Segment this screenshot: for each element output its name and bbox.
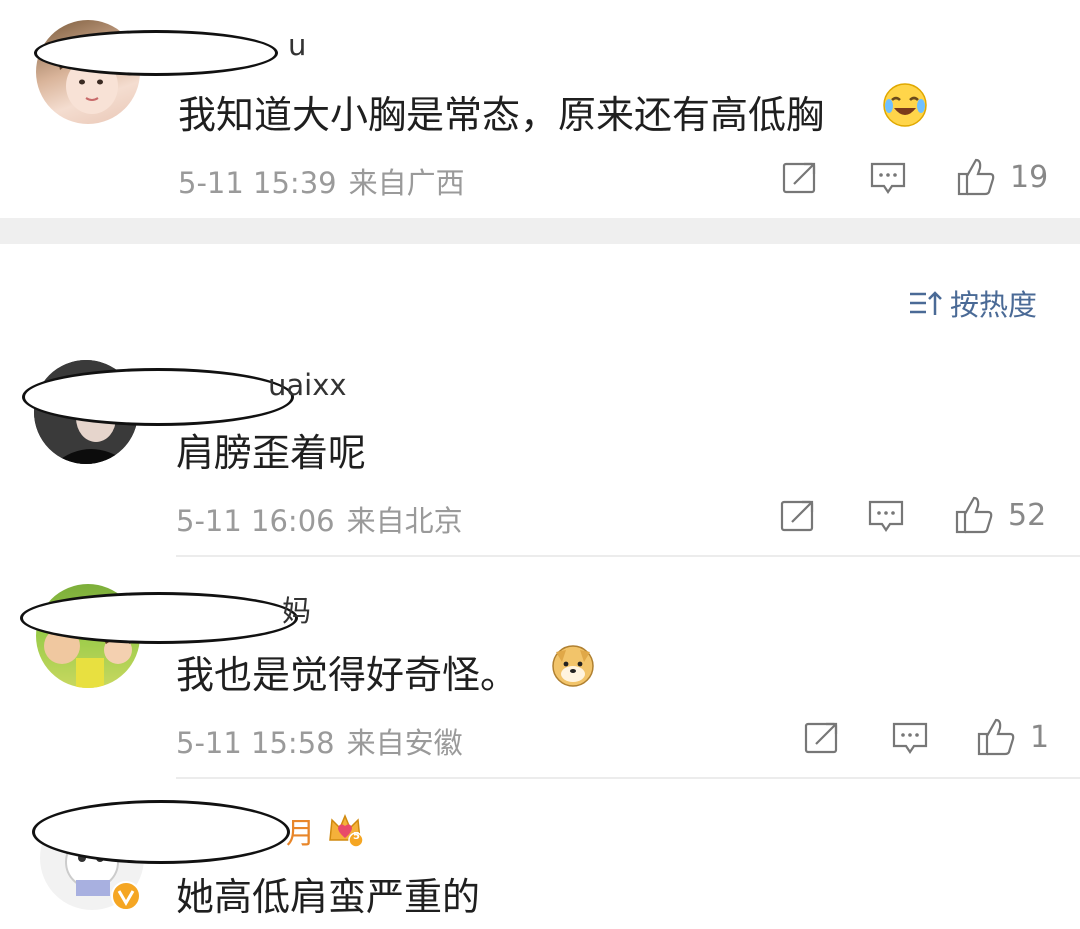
username-redaction xyxy=(22,368,294,426)
verified-badge-icon xyxy=(110,880,142,912)
username-redaction xyxy=(20,592,298,644)
comment-meta: 5-11 15:39 来自广西 xyxy=(178,160,465,202)
comment-icon[interactable] xyxy=(868,158,908,198)
repost-icon[interactable] xyxy=(780,158,820,198)
comment-text: 我也是觉得好奇怪。 xyxy=(176,653,519,697)
comment-text: 肩膀歪着呢 xyxy=(176,431,367,475)
comment-location: 来自北京 xyxy=(346,504,463,538)
comment-icon[interactable] xyxy=(890,718,930,758)
comment-location: 来自安徽 xyxy=(346,726,463,760)
laugh-cry-emoji xyxy=(882,82,928,128)
comment-icon[interactable] xyxy=(866,496,906,536)
section-divider xyxy=(0,218,1080,244)
comment-meta: 5-11 15:58 来自安徽 xyxy=(176,720,463,762)
like-icon[interactable] xyxy=(956,156,996,196)
repost-icon[interactable] xyxy=(802,718,842,758)
comment-divider xyxy=(176,555,1080,557)
doge-emoji xyxy=(550,642,596,688)
like-count: 52 xyxy=(1008,498,1047,533)
comment-divider xyxy=(176,777,1080,779)
username[interactable]: u xyxy=(288,28,306,62)
comment-date: 5-11 15:58 xyxy=(176,726,335,760)
comment-text: 我知道大小胸是常态，原来还有高低胸 xyxy=(178,93,825,137)
comment-location: 来自广西 xyxy=(348,166,465,200)
membership-crown-icon xyxy=(326,810,364,848)
sort-by-heat-button[interactable]: 按热度 xyxy=(908,282,1037,324)
like-count: 1 xyxy=(1030,720,1050,755)
username-redaction xyxy=(34,30,278,76)
username[interactable]: 月 xyxy=(286,810,315,852)
comment-date: 5-11 15:39 xyxy=(178,166,337,200)
repost-icon[interactable] xyxy=(778,496,818,536)
like-icon[interactable] xyxy=(954,494,994,534)
comment-date: 5-11 16:06 xyxy=(176,504,335,538)
membership-level: 5 xyxy=(353,831,360,842)
username-redaction xyxy=(32,800,290,864)
comment-meta: 5-11 16:06 来自北京 xyxy=(176,498,463,540)
like-count: 19 xyxy=(1010,160,1049,195)
like-icon[interactable] xyxy=(976,716,1016,756)
username[interactable]: 妈 xyxy=(282,588,311,630)
sort-icon xyxy=(908,289,942,317)
sort-label: 按热度 xyxy=(950,288,1038,322)
username[interactable]: uaixx xyxy=(268,368,347,402)
comment-text: 她高低肩蛮严重的 xyxy=(176,875,481,919)
